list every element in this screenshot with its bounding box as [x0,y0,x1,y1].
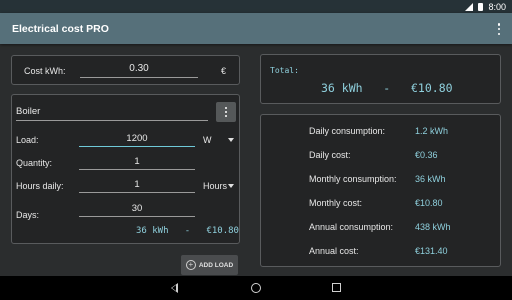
total-label: Total: [270,66,299,75]
hours-label: Hours daily: [16,181,64,191]
nav-recents-icon[interactable] [332,283,341,292]
quantity-label: Quantity: [16,158,53,168]
load-unit-select[interactable]: W [203,135,212,145]
monthly-cost-label: Monthly cost: [309,198,363,208]
load-card: Boiler Load: 1200 W Quantity: 1 Hours da… [11,94,240,244]
status-bar: 8:00 [0,0,512,13]
cost-card: Cost kWh: 0.30 € [11,55,240,85]
load-name-input[interactable]: Boiler [16,106,208,121]
app-title: Electrical cost PRO [12,22,109,35]
total-card: Total: 36 kWh - €10.80 [260,54,501,104]
monthly-consumption-value: 36 kWh [415,174,446,184]
nav-home-icon[interactable] [251,283,261,293]
navigation-bar [0,276,512,300]
stats-card: Daily consumption: 1.2 kWh Daily cost: €… [260,114,501,267]
days-label: Days: [16,210,40,220]
monthly-consumption-label: Monthly consumption: [309,174,397,184]
quantity-input[interactable]: 1 [79,156,195,170]
monthly-cost-value: €10.80 [415,198,443,208]
more-vert-icon[interactable] [216,102,236,122]
annual-consumption-value: 438 kWh [415,222,451,232]
dropdown-caret-icon[interactable] [228,184,234,188]
status-time: 8:00 [488,1,506,12]
overflow-menu-icon[interactable] [496,23,502,35]
daily-consumption-value: 1.2 kWh [415,126,449,136]
app-bar: Electrical cost PRO [0,13,512,44]
total-value: 36 kWh - €10.80 [321,81,453,95]
cost-label: Cost kWh: [24,66,66,76]
add-circle-icon: + [185,260,196,270]
battery-icon [478,2,484,11]
add-load-button[interactable]: + ADD LOAD [181,255,238,275]
load-result: 36 kWh - €10.80 [136,226,239,236]
days-input[interactable]: 30 [79,203,195,217]
currency-label: € [221,66,227,76]
load-label: Load: [16,135,39,145]
cost-input[interactable]: 0.30 [80,63,198,78]
annual-cost-label: Annual cost: [309,246,359,256]
hours-input[interactable]: 1 [79,179,195,193]
annual-consumption-label: Annual consumption: [309,222,394,232]
load-input[interactable]: 1200 [79,133,195,147]
daily-consumption-label: Daily consumption: [309,126,386,136]
signal-icon [465,2,474,11]
annual-cost-value: €131.40 [415,246,448,256]
hours-unit-select[interactable]: Hours [203,181,227,191]
nav-back-icon[interactable] [171,283,178,293]
add-load-label: ADD LOAD [198,261,234,269]
daily-cost-value: €0.36 [415,150,438,160]
dropdown-caret-icon[interactable] [228,138,234,142]
daily-cost-label: Daily cost: [309,150,351,160]
